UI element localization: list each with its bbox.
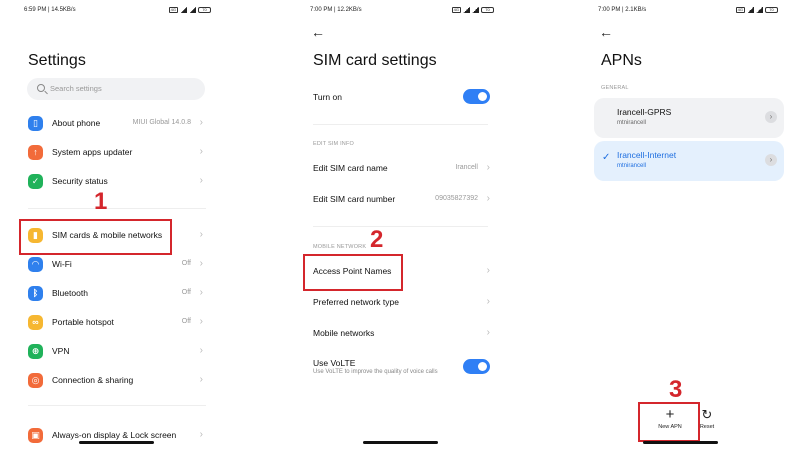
signal-icon [756,7,763,13]
settings-item-system-apps-updater[interactable]: ↑ System apps updater › [24,141,209,165]
shield-check-icon: ✓ [28,174,43,189]
chevron-right-icon: › [486,265,490,276]
chevron-right-icon: › [199,429,203,440]
wifi-icon: ◠ [28,257,43,272]
home-indicator[interactable] [643,441,718,444]
data-icon: 4G [735,7,745,13]
battery-icon: 70 [198,7,211,13]
edit-sim-card-name-row[interactable]: Edit SIM card name Irancell › [313,157,490,181]
hotspot-icon: ∞ [28,315,43,330]
status-bar: 6:59 PM | 14.5KB/s 4G 70 [0,7,233,17]
bluetooth-icon: ᛒ [28,286,43,301]
search-icon [37,84,45,92]
chevron-right-icon: › [199,374,203,385]
battery-icon: 70 [481,7,494,13]
chevron-right-icon: › [486,193,490,204]
volte-toggle[interactable] [463,359,490,374]
chevron-right-icon: › [199,229,203,240]
settings-item-portable-hotspot[interactable]: ∞ Portable hotspot Off › [24,311,209,335]
chevron-right-icon: › [486,296,490,307]
chevron-right-icon[interactable]: › [765,154,777,166]
signal-icon [463,7,470,13]
page-title: SIM card settings [313,52,437,69]
turn-on-toggle[interactable] [463,89,490,104]
edit-sim-card-number-row[interactable]: Edit SIM card number 09035827392 › [313,188,490,212]
divider [28,208,206,209]
settings-item-wifi[interactable]: ◠ Wi-Fi Off › [24,253,209,277]
search-placeholder: Search settings [50,84,102,93]
chevron-right-icon: › [199,117,203,128]
mobile-networks-row[interactable]: Mobile networks › [313,322,490,346]
section-label-mobile-network: MOBILE NETWORK [313,244,367,250]
connection-icon: ◎ [28,373,43,388]
settings-item-connection-sharing[interactable]: ◎ Connection & sharing › [24,369,209,393]
chevron-right-icon: › [199,175,203,186]
divider [28,405,206,406]
section-label-edit-sim-info: EDIT SIM INFO [313,141,355,147]
signal-icon [472,7,479,13]
status-bar: 7:00 PM | 12.2KB/s 4G 70 [283,7,516,17]
highlight-box [638,402,700,442]
signal-icon [189,7,196,13]
status-time: 6:59 PM | 14.5KB/s [24,7,76,13]
vpn-icon: ⊕ [28,344,43,359]
page-title: APNs [601,52,642,69]
preferred-network-type-row[interactable]: Preferred network type › [313,291,490,315]
back-arrow-icon[interactable]: ← [311,25,327,39]
search-input[interactable]: Search settings [27,78,205,100]
section-label-general: GENERAL [601,85,629,91]
chevron-right-icon: › [199,258,203,269]
status-bar: 7:00 PM | 2.1KB/s 4G 70 [565,7,800,17]
highlight-box [303,254,403,291]
home-indicator[interactable] [363,441,438,444]
apn-item-selected[interactable]: ✓ Irancell-Internet mtnirancell › [594,141,784,181]
use-volte-row[interactable]: Use VoLTE Use VoLTE to improve the quali… [313,352,490,382]
phone-icon: ▯ [28,116,43,131]
data-icon: 4G [168,7,178,13]
chevron-right-icon: › [486,162,490,173]
battery-icon: 70 [765,7,778,13]
signal-icon [747,7,754,13]
settings-item-about-phone[interactable]: ▯ About phone MIUI Global 14.0.8 › [24,112,209,136]
divider [313,226,488,227]
chevron-right-icon: › [199,146,203,157]
settings-item-bluetooth[interactable]: ᛒ Bluetooth Off › [24,282,209,306]
settings-item-vpn[interactable]: ⊕ VPN › [24,340,209,364]
settings-screen: 6:59 PM | 14.5KB/s 4G 70 Settings Search… [0,0,233,450]
settings-item-security-status[interactable]: ✓ Security status › [24,170,209,194]
lock-icon: ▣ [28,428,43,443]
signal-icon [180,7,187,13]
chevron-right-icon: › [486,327,490,338]
back-arrow-icon[interactable]: ← [599,25,615,39]
step-number: 3 [669,376,683,403]
apns-screen: 7:00 PM | 2.1KB/s 4G 70 ← APNs GENERAL I… [565,0,800,450]
sim-card-settings-screen: 7:00 PM | 12.2KB/s 4G 70 ← SIM card sett… [283,0,516,450]
status-time: 7:00 PM | 12.2KB/s [310,7,362,13]
data-icon: 4G [451,7,461,13]
chevron-right-icon: › [199,287,203,298]
turn-on-row[interactable]: Turn on [313,86,490,110]
highlight-box [19,219,172,255]
step-number: 2 [370,226,384,253]
check-icon: ✓ [602,152,611,163]
status-time: 7:00 PM | 2.1KB/s [598,7,647,13]
divider [313,124,488,125]
home-indicator[interactable] [79,441,154,444]
chevron-right-icon[interactable]: › [765,111,777,123]
chevron-right-icon: › [199,345,203,356]
arrow-up-icon: ↑ [28,145,43,160]
apn-item[interactable]: Irancell-GPRS mtnirancell › [594,98,784,138]
chevron-right-icon: › [199,316,203,327]
step-number: 1 [94,188,108,215]
page-title: Settings [28,52,86,69]
settings-item-always-on-display[interactable]: ▣ Always-on display & Lock screen › [24,424,209,448]
